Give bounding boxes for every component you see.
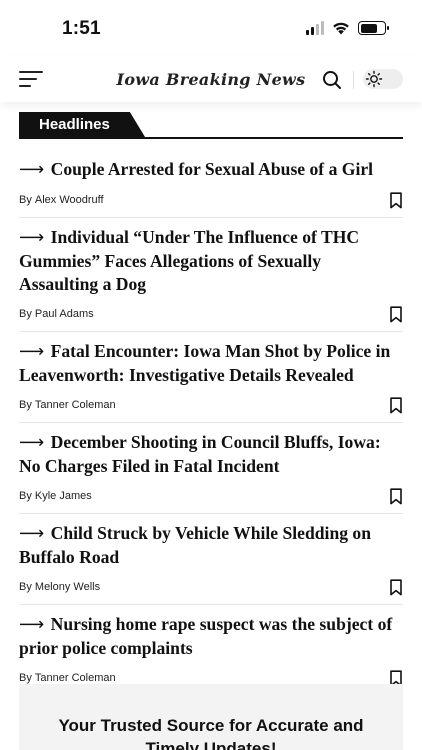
promo-text: Your Trusted Source for Accurate and Tim… bbox=[58, 716, 364, 750]
battery-level bbox=[360, 23, 377, 33]
signal-icon bbox=[306, 21, 324, 35]
section-title: Headlines bbox=[19, 112, 145, 137]
byline-prefix: By bbox=[19, 399, 32, 411]
arrow-icon: ⟶ bbox=[19, 524, 45, 544]
theme-toggle[interactable] bbox=[363, 69, 403, 89]
article-item[interactable]: ⟶ Nursing home rape suspect was the subj… bbox=[19, 605, 403, 696]
article-item[interactable]: ⟶ Individual “Under The Influence of THC… bbox=[19, 218, 403, 332]
promo-box: Your Trusted Source for Accurate and Tim… bbox=[19, 684, 403, 750]
arrow-icon: ⟶ bbox=[19, 433, 45, 453]
article-meta: By Alex Woodruff bbox=[19, 191, 403, 209]
byline-prefix: By bbox=[19, 194, 32, 206]
section-header: Headlines bbox=[19, 112, 403, 139]
article-title-text[interactable]: Individual “Under The Influence of THC G… bbox=[19, 227, 359, 294]
article-item[interactable]: ⟶ Fatal Encounter: Iowa Man Shot by Poli… bbox=[19, 332, 403, 423]
bookmark-icon[interactable] bbox=[389, 396, 403, 414]
bookmark-icon[interactable] bbox=[389, 487, 403, 505]
article-title-text[interactable]: December Shooting in Council Bluffs, Iow… bbox=[19, 432, 381, 476]
author-link[interactable]: Alex Woodruff bbox=[35, 194, 104, 206]
byline: By Tanner Coleman bbox=[19, 672, 116, 684]
arrow-icon: ⟶ bbox=[19, 615, 45, 635]
status-time: 1:51 bbox=[62, 18, 101, 39]
article-item[interactable]: ⟶ Child Struck by Vehicle While Sledding… bbox=[19, 514, 403, 605]
wifi-icon bbox=[333, 22, 349, 35]
byline: By Paul Adams bbox=[19, 308, 94, 320]
header-divider bbox=[353, 71, 354, 89]
article-title-text[interactable]: Fatal Encounter: Iowa Man Shot by Police… bbox=[19, 341, 390, 385]
battery-icon bbox=[358, 21, 389, 35]
article-item[interactable]: ⟶ December Shooting in Council Bluffs, I… bbox=[19, 423, 403, 514]
byline: By Tanner Coleman bbox=[19, 399, 116, 411]
article-title-text[interactable]: Nursing home rape suspect was the subjec… bbox=[19, 614, 392, 658]
status-icons bbox=[306, 21, 389, 35]
article-title[interactable]: ⟶ Couple Arrested for Sexual Abuse of a … bbox=[19, 158, 403, 182]
article-meta: By Paul Adams bbox=[19, 305, 403, 323]
bookmark-icon[interactable] bbox=[389, 305, 403, 323]
byline: By Alex Woodruff bbox=[19, 194, 104, 206]
byline: By Melony Wells bbox=[19, 581, 100, 593]
byline-prefix: By bbox=[19, 581, 32, 593]
article-list: ⟶ Couple Arrested for Sexual Abuse of a … bbox=[19, 150, 403, 696]
arrow-icon: ⟶ bbox=[19, 228, 45, 248]
byline-prefix: By bbox=[19, 490, 32, 502]
search-icon[interactable] bbox=[322, 70, 342, 90]
article-title-text[interactable]: Couple Arrested for Sexual Abuse of a Gi… bbox=[51, 159, 373, 179]
author-link[interactable]: Tanner Coleman bbox=[35, 399, 116, 411]
article-meta: By Melony Wells bbox=[19, 578, 403, 596]
author-link[interactable]: Kyle James bbox=[35, 490, 92, 502]
arrow-icon: ⟶ bbox=[19, 342, 45, 362]
article-meta: By Tanner Coleman bbox=[19, 396, 403, 414]
author-link[interactable]: Tanner Coleman bbox=[35, 672, 116, 684]
article-item[interactable]: ⟶ Couple Arrested for Sexual Abuse of a … bbox=[19, 150, 403, 218]
byline-prefix: By bbox=[19, 308, 32, 320]
article-title[interactable]: ⟶ Child Struck by Vehicle While Sledding… bbox=[19, 522, 403, 569]
site-header: Iowa Breaking News bbox=[0, 56, 422, 102]
byline-prefix: By bbox=[19, 672, 32, 684]
author-link[interactable]: Paul Adams bbox=[35, 308, 94, 320]
arrow-icon: ⟶ bbox=[19, 160, 45, 180]
sun-icon bbox=[365, 70, 383, 88]
article-title[interactable]: ⟶ December Shooting in Council Bluffs, I… bbox=[19, 431, 403, 478]
bookmark-icon[interactable] bbox=[389, 191, 403, 209]
article-meta: By Kyle James bbox=[19, 487, 403, 505]
site-logo[interactable]: Iowa Breaking News bbox=[0, 70, 422, 89]
article-title[interactable]: ⟶ Individual “Under The Influence of THC… bbox=[19, 226, 403, 296]
author-link[interactable]: Melony Wells bbox=[35, 581, 100, 593]
byline: By Kyle James bbox=[19, 490, 92, 502]
status-bar: 1:51 bbox=[0, 0, 422, 56]
bookmark-icon[interactable] bbox=[389, 578, 403, 596]
article-title-text[interactable]: Child Struck by Vehicle While Sledding o… bbox=[19, 523, 371, 567]
article-title[interactable]: ⟶ Nursing home rape suspect was the subj… bbox=[19, 613, 403, 660]
article-title[interactable]: ⟶ Fatal Encounter: Iowa Man Shot by Poli… bbox=[19, 340, 403, 387]
